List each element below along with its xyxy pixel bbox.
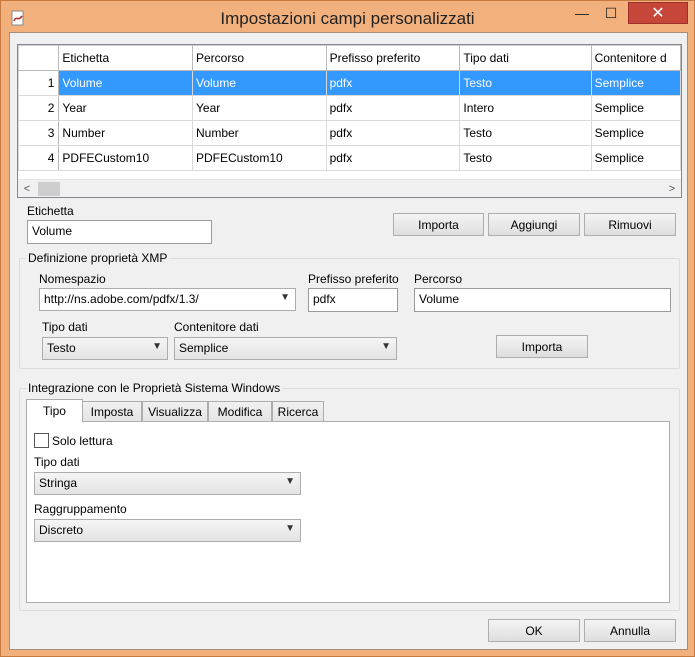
- windows-group-title: Integrazione con le Proprietà Sistema Wi…: [26, 381, 283, 395]
- namespace-value: http://ns.adobe.com/pdfx/1.3/: [44, 292, 199, 306]
- label-field-label: Etichetta: [27, 204, 74, 218]
- row-number[interactable]: 4: [18, 145, 60, 171]
- chevron-down-icon: ▼: [285, 476, 295, 487]
- scrollbar-thumb[interactable]: [38, 182, 60, 196]
- horizontal-scrollbar[interactable]: < >: [18, 179, 681, 197]
- table-row[interactable]: 4 PDFECustom10 PDFECustom10 pdfx Testo S…: [18, 145, 681, 171]
- table-cell[interactable]: PDFECustom10: [58, 145, 193, 171]
- namespace-combo[interactable]: http://ns.adobe.com/pdfx/1.3/ ▼: [39, 288, 296, 311]
- container-combo[interactable]: Semplice ▼: [174, 337, 397, 360]
- tab-visualizza[interactable]: Visualizza: [142, 401, 208, 422]
- grouping-label: Raggruppamento: [34, 502, 127, 516]
- wp-datatype-combo[interactable]: Stringa ▼: [34, 472, 301, 495]
- namespace-label: Nomespazio: [39, 272, 106, 286]
- dialog-window: Impostazioni campi personalizzati — ☐ ✕ …: [0, 0, 695, 657]
- fields-grid[interactable]: Etichetta Percorso Prefisso preferito Ti…: [17, 44, 682, 198]
- datatype-value: Testo: [47, 341, 76, 355]
- row-number[interactable]: 3: [18, 120, 60, 146]
- readonly-label[interactable]: Solo lettura: [52, 434, 113, 448]
- wp-datatype-value: Stringa: [39, 476, 78, 490]
- scroll-left-icon[interactable]: <: [18, 180, 36, 197]
- table-row[interactable]: 3 Number Number pdfx Testo Semplice: [18, 120, 681, 146]
- table-cell[interactable]: Semplice: [590, 70, 681, 96]
- container-label: Contenitore dati: [174, 320, 259, 334]
- grouping-combo[interactable]: Discreto ▼: [34, 519, 301, 542]
- import-button[interactable]: Importa: [393, 213, 484, 236]
- wp-datatype-label: Tipo dati: [34, 455, 80, 469]
- table-cell[interactable]: Semplice: [590, 120, 681, 146]
- chevron-down-icon: ▼: [280, 292, 290, 303]
- container-value: Semplice: [179, 341, 229, 355]
- table-cell[interactable]: PDFECustom10: [192, 145, 327, 171]
- close-icon: ✕: [651, 5, 665, 22]
- prefix-input[interactable]: pdfx: [308, 288, 398, 312]
- prefix-label: Prefisso preferito: [308, 272, 399, 286]
- table-cell[interactable]: Year: [58, 95, 193, 121]
- grid-corner-cell[interactable]: [18, 45, 60, 71]
- column-header[interactable]: Tipo dati: [459, 45, 592, 71]
- chevron-down-icon: ▼: [285, 523, 295, 534]
- table-cell[interactable]: pdfx: [325, 120, 461, 146]
- datatype-combo[interactable]: Testo ▼: [42, 337, 168, 360]
- row-number[interactable]: 1: [18, 70, 60, 96]
- table-cell[interactable]: pdfx: [325, 95, 461, 121]
- table-cell[interactable]: pdfx: [325, 145, 461, 171]
- table-row[interactable]: 2 Year Year pdfx Intero Semplice: [18, 95, 681, 121]
- grouping-value: Discreto: [39, 523, 84, 537]
- fields-table: Etichetta Percorso Prefisso preferito Ti…: [18, 45, 681, 171]
- tab-imposta[interactable]: Imposta: [82, 401, 142, 422]
- chevron-down-icon: ▼: [381, 341, 391, 352]
- minimize-button[interactable]: —: [569, 2, 595, 24]
- datatype-label: Tipo dati: [42, 320, 88, 334]
- table-cell[interactable]: Intero: [459, 95, 592, 121]
- scroll-right-icon[interactable]: >: [663, 180, 681, 197]
- column-header[interactable]: Prefisso preferito: [325, 45, 461, 71]
- table-cell[interactable]: Testo: [459, 120, 592, 146]
- table-cell[interactable]: Year: [192, 95, 327, 121]
- table-cell[interactable]: Number: [192, 120, 327, 146]
- chevron-down-icon: ▼: [152, 341, 162, 352]
- ok-button[interactable]: OK: [488, 619, 580, 642]
- remove-button[interactable]: Rimuovi: [584, 213, 676, 236]
- table-cell[interactable]: pdfx: [325, 70, 461, 96]
- label-input[interactable]: Volume: [27, 220, 212, 244]
- table-cell[interactable]: Testo: [459, 145, 592, 171]
- table-cell[interactable]: Testo: [459, 70, 592, 96]
- readonly-checkbox[interactable]: [34, 433, 49, 448]
- column-header[interactable]: Contenitore d: [590, 45, 681, 71]
- maximize-button[interactable]: ☐: [598, 2, 624, 24]
- add-button[interactable]: Aggiungi: [488, 213, 580, 236]
- tab-tipo[interactable]: Tipo: [26, 399, 83, 422]
- table-cell[interactable]: Semplice: [590, 145, 681, 171]
- cancel-button[interactable]: Annulla: [584, 619, 676, 642]
- maximize-icon: ☐: [604, 4, 618, 21]
- row-number[interactable]: 2: [18, 95, 60, 121]
- path-label: Percorso: [414, 272, 463, 286]
- tab-modifica[interactable]: Modifica: [208, 401, 272, 422]
- table-cell[interactable]: Volume: [192, 70, 327, 96]
- close-button[interactable]: ✕: [628, 2, 688, 24]
- grid-header-row: Etichetta Percorso Prefisso preferito Ti…: [18, 45, 681, 71]
- table-cell[interactable]: Semplice: [590, 95, 681, 121]
- dialog-client-area: Etichetta Percorso Prefisso preferito Ti…: [9, 32, 688, 650]
- table-cell[interactable]: Volume: [58, 70, 193, 96]
- table-row[interactable]: 1 Volume Volume pdfx Testo Semplice: [18, 70, 681, 96]
- tipo-tab-panel: Solo lettura Tipo dati Stringa ▼ Raggrup…: [26, 421, 670, 603]
- xmp-group-title: Definizione proprietà XMP: [26, 251, 170, 265]
- column-header[interactable]: Etichetta: [58, 45, 193, 71]
- minimize-icon: —: [575, 5, 589, 21]
- table-cell[interactable]: Number: [58, 120, 193, 146]
- path-input[interactable]: Volume: [414, 288, 671, 312]
- column-header[interactable]: Percorso: [192, 45, 327, 71]
- tab-ricerca[interactable]: Ricerca: [272, 401, 324, 422]
- xmp-import-button[interactable]: Importa: [496, 335, 588, 358]
